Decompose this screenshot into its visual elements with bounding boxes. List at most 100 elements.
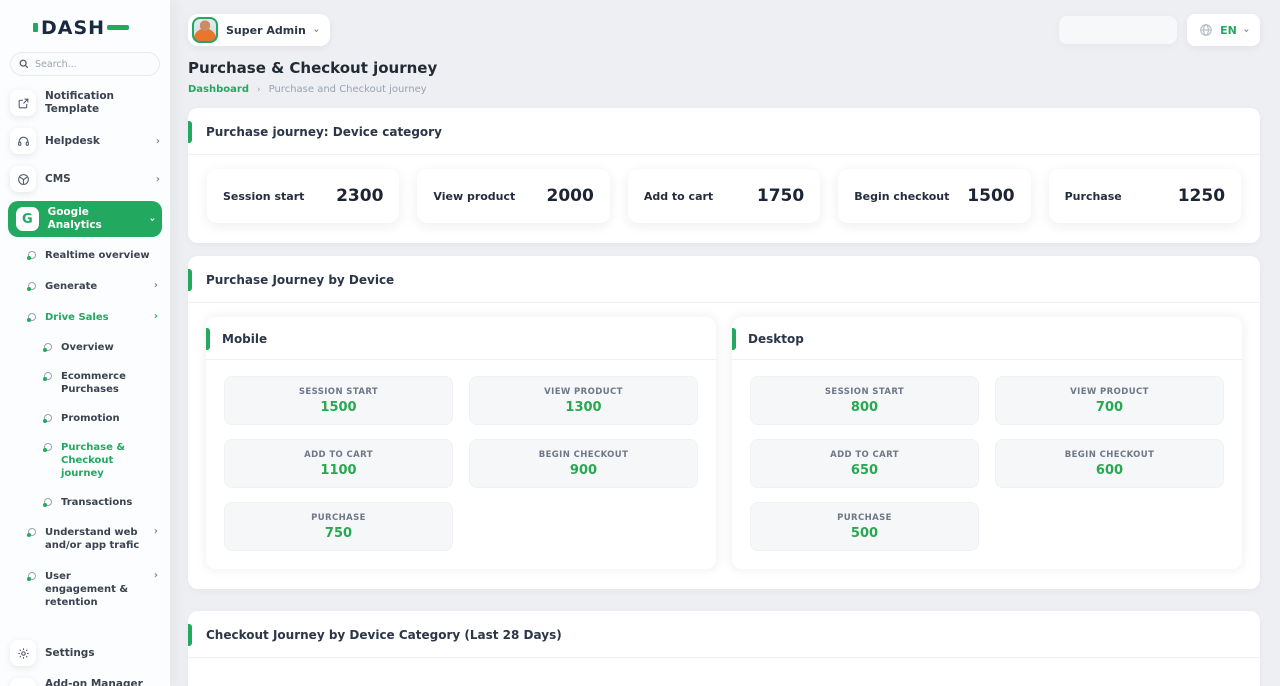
stat-label: SESSION START <box>231 387 446 397</box>
gear-icon <box>10 640 36 666</box>
brand-logo[interactable]: DASH <box>0 12 170 44</box>
sidebar-item-label: Promotion <box>61 412 120 425</box>
bullet-icon <box>28 282 36 290</box>
sidebar-search[interactable] <box>10 52 160 76</box>
mobile-card: Mobile SESSION START 1500 VIEW PRODUCT 1… <box>206 317 716 569</box>
sidebar-item-realtime-overview[interactable]: Realtime overview <box>0 240 170 271</box>
sidebar-item-promotion[interactable]: Promotion <box>0 404 170 433</box>
breadcrumb-separator-icon: › <box>257 85 261 95</box>
breadcrumb: Dashboard › Purchase and Checkout journe… <box>188 84 1260 95</box>
purchase-journey-card: Purchase journey: Device category Sessio… <box>188 108 1260 243</box>
stat-value: 1300 <box>476 400 691 415</box>
sidebar-item-settings[interactable]: Settings <box>0 634 170 672</box>
user-menu[interactable]: Super Admin › <box>188 14 330 46</box>
sidebar-item-notification-template[interactable]: Notification Template <box>0 84 170 122</box>
topbar-right: EN › <box>1059 14 1260 46</box>
breadcrumb-dashboard[interactable]: Dashboard <box>188 84 249 95</box>
bullet-icon <box>28 313 36 321</box>
chevron-right-icon: › <box>154 311 158 322</box>
stat-label: ADD TO CART <box>231 450 446 460</box>
bullet-icon <box>28 572 36 580</box>
desktop-stat-grid: SESSION START 800 VIEW PRODUCT 700 ADD T… <box>732 360 1242 569</box>
sidebar-item-label: Drive Sales <box>45 311 109 324</box>
sidebar-item-google-analytics[interactable]: G Google Analytics › <box>8 201 162 237</box>
bullet-icon <box>28 528 36 536</box>
sidebar-item-ecommerce-purchases[interactable]: Ecommerce Purchases <box>0 362 170 404</box>
bullet-icon <box>28 251 36 259</box>
stat-label: Session start <box>223 190 304 203</box>
sidebar-item-overview[interactable]: Overview <box>0 333 170 362</box>
sidebar-item-label: Ecommerce Purchases <box>61 370 158 396</box>
globe-icon <box>1199 23 1213 37</box>
sidebar-item-label: Transactions <box>61 496 132 509</box>
grid-icon <box>10 678 36 686</box>
google-analytics-icon: G <box>16 207 39 231</box>
user-name: Super Admin <box>226 24 306 37</box>
brand-logo-dash <box>107 25 129 30</box>
stat-label: BEGIN CHECKOUT <box>1002 450 1217 460</box>
mobile-stat-grid: SESSION START 1500 VIEW PRODUCT 1300 ADD… <box>206 360 716 569</box>
stat-value: 1500 <box>967 186 1014 206</box>
breadcrumb-current: Purchase and Checkout journey <box>269 84 427 95</box>
checkout-journey-card: Checkout Journey by Device Category (Las… <box>188 611 1260 686</box>
sidebar-item-understand-web-traffic[interactable]: Understand web and/or app trafic › <box>0 517 170 561</box>
stat-box-begin-checkout: BEGIN CHECKOUT 900 <box>469 439 698 488</box>
sidebar-item-label: Helpdesk <box>45 135 100 148</box>
sidebar-item-label: Realtime overview <box>45 249 150 262</box>
sidebar-item-user-engagement-retention[interactable]: User engagement & retention › <box>0 561 170 618</box>
funnel-stat-begin-checkout: Begin checkout 1500 <box>838 169 1030 223</box>
stat-value: 1100 <box>231 463 446 478</box>
sidebar-item-purchase-checkout-journey[interactable]: Purchase & Checkout journey <box>0 433 170 488</box>
sidebar-item-label: Notification Template <box>45 90 160 116</box>
stat-label: Begin checkout <box>854 190 949 203</box>
sidebar-item-drive-sales[interactable]: Drive Sales › <box>0 302 170 333</box>
sidebar-item-label: Add-on Manager <box>45 678 143 686</box>
main-content: Super Admin › EN › Purchase & Checkout j… <box>170 0 1280 686</box>
journey-by-device-card: Purchase Journey by Device Mobile SESSIO… <box>188 256 1260 589</box>
bullet-icon <box>44 414 52 422</box>
chevron-down-icon: › <box>146 217 157 221</box>
sidebar: DASH Notification Template Helpdesk › CM… <box>0 0 170 686</box>
faded-action-button[interactable] <box>1059 16 1177 44</box>
sidebar-item-transactions[interactable]: Transactions <box>0 488 170 517</box>
language-selector[interactable]: EN › <box>1187 14 1260 46</box>
search-input[interactable] <box>35 59 151 70</box>
stat-box-view-product: VIEW PRODUCT 1300 <box>469 376 698 425</box>
stat-label: PURCHASE <box>231 513 446 523</box>
stat-value: 700 <box>1002 400 1217 415</box>
stat-box-view-product: VIEW PRODUCT 700 <box>995 376 1224 425</box>
sidebar-item-label: Understand web and/or app trafic <box>45 526 145 552</box>
sidebar-item-cms[interactable]: CMS › <box>0 160 170 198</box>
sidebar-item-generate[interactable]: Generate › <box>0 271 170 302</box>
sidebar-item-label: User engagement & retention <box>45 570 145 609</box>
sidebar-bottom: Settings Add-on Manager Premium <box>0 634 170 686</box>
chevron-right-icon: › <box>154 280 158 291</box>
chevron-right-icon: › <box>156 174 160 185</box>
page-title: Purchase & Checkout journey <box>188 59 1260 77</box>
language-code: EN <box>1220 24 1237 37</box>
chevron-right-icon: › <box>154 526 158 537</box>
stat-value: 650 <box>757 463 972 478</box>
stat-value: 750 <box>231 526 446 541</box>
stat-label: View product <box>433 190 515 203</box>
stat-label: Purchase <box>1065 190 1122 203</box>
desktop-card-title: Desktop <box>732 317 1242 360</box>
cube-icon <box>10 166 36 192</box>
stat-box-session-start: SESSION START 1500 <box>224 376 453 425</box>
stat-value: 1250 <box>1178 186 1225 206</box>
search-icon <box>19 59 29 69</box>
headset-icon <box>10 128 36 154</box>
stat-box-session-start: SESSION START 800 <box>750 376 979 425</box>
sidebar-item-label: Generate <box>45 280 97 293</box>
stat-value: 900 <box>476 463 691 478</box>
checkout-journey-card-title: Checkout Journey by Device Category (Las… <box>188 611 1260 658</box>
sidebar-item-helpdesk[interactable]: Helpdesk › <box>0 122 170 160</box>
stat-box-purchase: PURCHASE 500 <box>750 502 979 551</box>
chevron-right-icon: › <box>154 570 158 581</box>
sidebar-item-label: CMS <box>45 173 71 186</box>
device-row: Mobile SESSION START 1500 VIEW PRODUCT 1… <box>188 303 1260 589</box>
bullet-icon <box>44 372 52 380</box>
sidebar-item-addon-manager[interactable]: Add-on Manager Premium <box>0 672 170 686</box>
topbar: Super Admin › EN › <box>188 14 1260 46</box>
stat-value: 1500 <box>231 400 446 415</box>
